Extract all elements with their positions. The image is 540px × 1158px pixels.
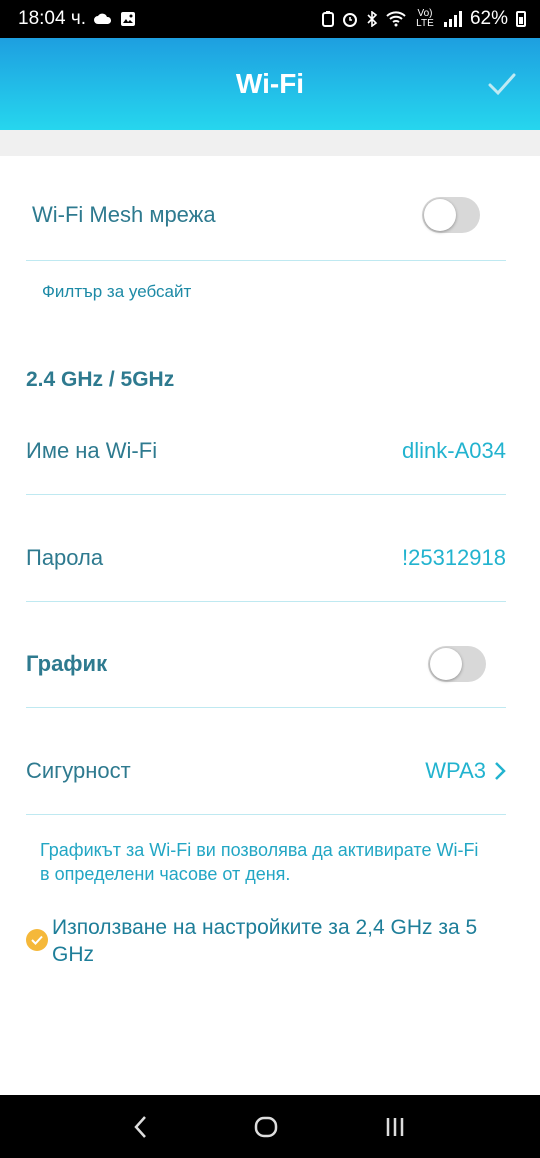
bluetooth-icon [366,11,378,27]
security-label: Сигурност [26,757,131,783]
schedule-note: Графикът за Wi-Fi ви позволява да активи… [40,840,479,884]
chevron-right-icon [495,761,506,780]
mesh-label: Wi-Fi Mesh мрежа [32,202,216,227]
wifi-name-label: Име на Wi-Fi [26,437,158,463]
schedule-toggle[interactable] [428,645,486,682]
status-right: Vo) LTE 62% [321,8,526,30]
status-bar: 18:04 ч. Vo) LTE 62% [0,0,540,38]
status-left: 18:04 ч. [18,8,136,30]
lte-label: Vo) LTE [416,8,434,29]
alarm-icon [342,11,358,27]
schedule-row: График [26,620,506,708]
mesh-row: Wi-Fi Mesh мрежа [26,170,506,261]
mesh-toggle[interactable] [422,197,480,233]
schedule-label: График [26,650,108,676]
password-value[interactable]: !25312918 [402,545,506,571]
app-header: Wi-Fi [0,38,540,130]
section-separator [0,130,540,156]
system-nav-bar [0,1095,540,1158]
security-value-group[interactable]: WPA3 [425,758,506,784]
wifi-name-value[interactable]: dlink-A034 [402,438,506,464]
wifi-name-row[interactable]: Име на Wi-Fi dlink-A034 [26,407,506,495]
wifi-icon [386,11,406,27]
security-value: WPA3 [425,757,486,783]
band-title: 2.4 GHz / 5GHz [26,368,175,391]
check-icon[interactable] [486,68,518,100]
cloud-icon [94,13,112,25]
battery-saver-icon [321,11,334,27]
battery-percent: 62% [469,8,508,29]
page-title: Wi-Fi [235,68,305,99]
image-icon [120,11,136,27]
security-row[interactable]: Сигурност WPA3 [26,727,506,815]
password-label: Парола [26,544,104,570]
website-filter-link[interactable]: Филтър за уебсайт [42,282,191,302]
home-icon[interactable] [254,1115,278,1139]
battery-icon [516,11,526,27]
status-time: 18:04 ч. [18,8,87,29]
recents-icon[interactable] [383,1115,407,1139]
back-icon[interactable] [133,1115,149,1139]
use-same-settings[interactable]: Използване на настройките за 2,4 GHz за … [26,914,516,968]
checkbox-checked-icon[interactable] [26,929,48,951]
signal-icon [443,11,462,27]
password-row[interactable]: Парола !25312918 [26,514,506,602]
use-same-settings-label: Използване на настройките за 2,4 GHz за … [52,916,478,966]
